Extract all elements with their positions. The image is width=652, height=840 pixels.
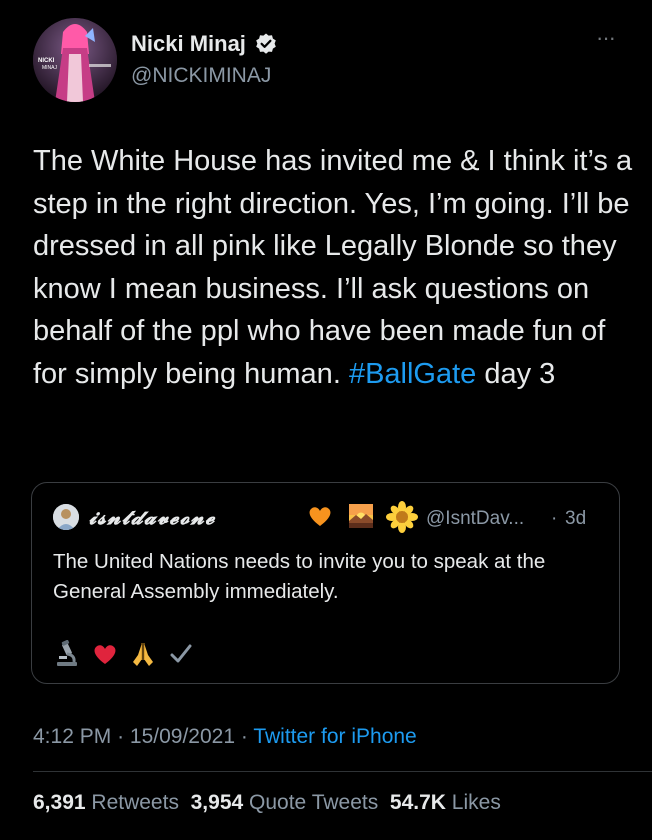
author-name-row[interactable]: Nicki Minaj (131, 31, 278, 57)
quoted-display-name[interactable]: 𝓲𝓼𝓷𝓽𝓭𝓪𝓿𝓮𝓸𝓷𝓮 (89, 505, 216, 529)
avatar-logo-text: NICKI (38, 58, 55, 64)
author-display-name[interactable]: Nicki Minaj (131, 31, 246, 57)
sunflower-icon (386, 501, 418, 533)
more-options-icon[interactable]: ··· (596, 27, 616, 49)
folded-hands-icon (133, 643, 153, 666)
meta-separator-2: · (240, 725, 248, 748)
tweet-text: The White House has invited me & I think… (33, 140, 633, 395)
likes-stat[interactable]: 54.7K Likes (390, 791, 501, 814)
quote-tweets-label: Quote Tweets (249, 791, 379, 814)
retweets-stat[interactable]: 6,391 Retweets (33, 791, 179, 814)
avatar-image: NICKI MINAJ (33, 18, 117, 102)
stats-divider-top (33, 771, 652, 772)
tweet-text-body: The White House has invited me & I think… (33, 145, 633, 390)
tweet-meta: 4:12 PM · 15/09/2021 · Twitter for iPhon… (33, 725, 417, 749)
check-mark-icon (170, 644, 192, 663)
quoted-tweet-text: The United Nations needs to invite you t… (53, 550, 546, 603)
quoted-timestamp[interactable]: 3d (565, 508, 586, 530)
quote-tweets-stat[interactable]: 3,954 Quote Tweets (191, 791, 379, 814)
tweet-source-link[interactable]: Twitter for iPhone (253, 725, 416, 748)
svg-text:MINAJ: MINAJ (42, 65, 58, 71)
meta-separator: · (117, 725, 125, 748)
retweets-label: Retweets (91, 791, 179, 814)
tweet-time[interactable]: 4:12 PM (33, 725, 111, 748)
tweet-text-end: day 3 (476, 357, 556, 390)
hashtag-link[interactable]: #BallGate (349, 358, 476, 390)
orange-heart-icon (309, 507, 331, 526)
author-avatar[interactable]: NICKI MINAJ (33, 18, 117, 102)
verified-badge-icon (256, 33, 276, 54)
microscope-icon (57, 640, 77, 666)
quoted-emoji-row (53, 640, 195, 668)
red-heart-icon (94, 645, 116, 664)
quoted-author-avatar[interactable] (53, 504, 79, 530)
likes-count: 54.7K (389, 791, 446, 814)
retweets-count: 6,391 (33, 791, 86, 814)
tweet-stats: 6,391 Retweets 3,954 Quote Tweets 54.7K … (33, 791, 501, 815)
quoted-avatar-image (53, 504, 79, 530)
quoted-tweet-card[interactable]: 𝓲𝓼𝓷𝓽𝓭𝓪𝓿𝓮𝓸𝓷𝓮 @IsntDav... · 3d The United … (31, 482, 620, 684)
likes-label: Likes (451, 791, 501, 814)
tweet-date[interactable]: 15/09/2021 (130, 725, 235, 748)
quote-tweets-count: 3,954 (190, 791, 244, 814)
quoted-handle[interactable]: @IsntDav... (426, 508, 524, 530)
sunset-icon (349, 504, 373, 528)
quoted-separator: · (551, 508, 558, 529)
author-handle[interactable]: @NICKIMINAJ (131, 64, 271, 88)
